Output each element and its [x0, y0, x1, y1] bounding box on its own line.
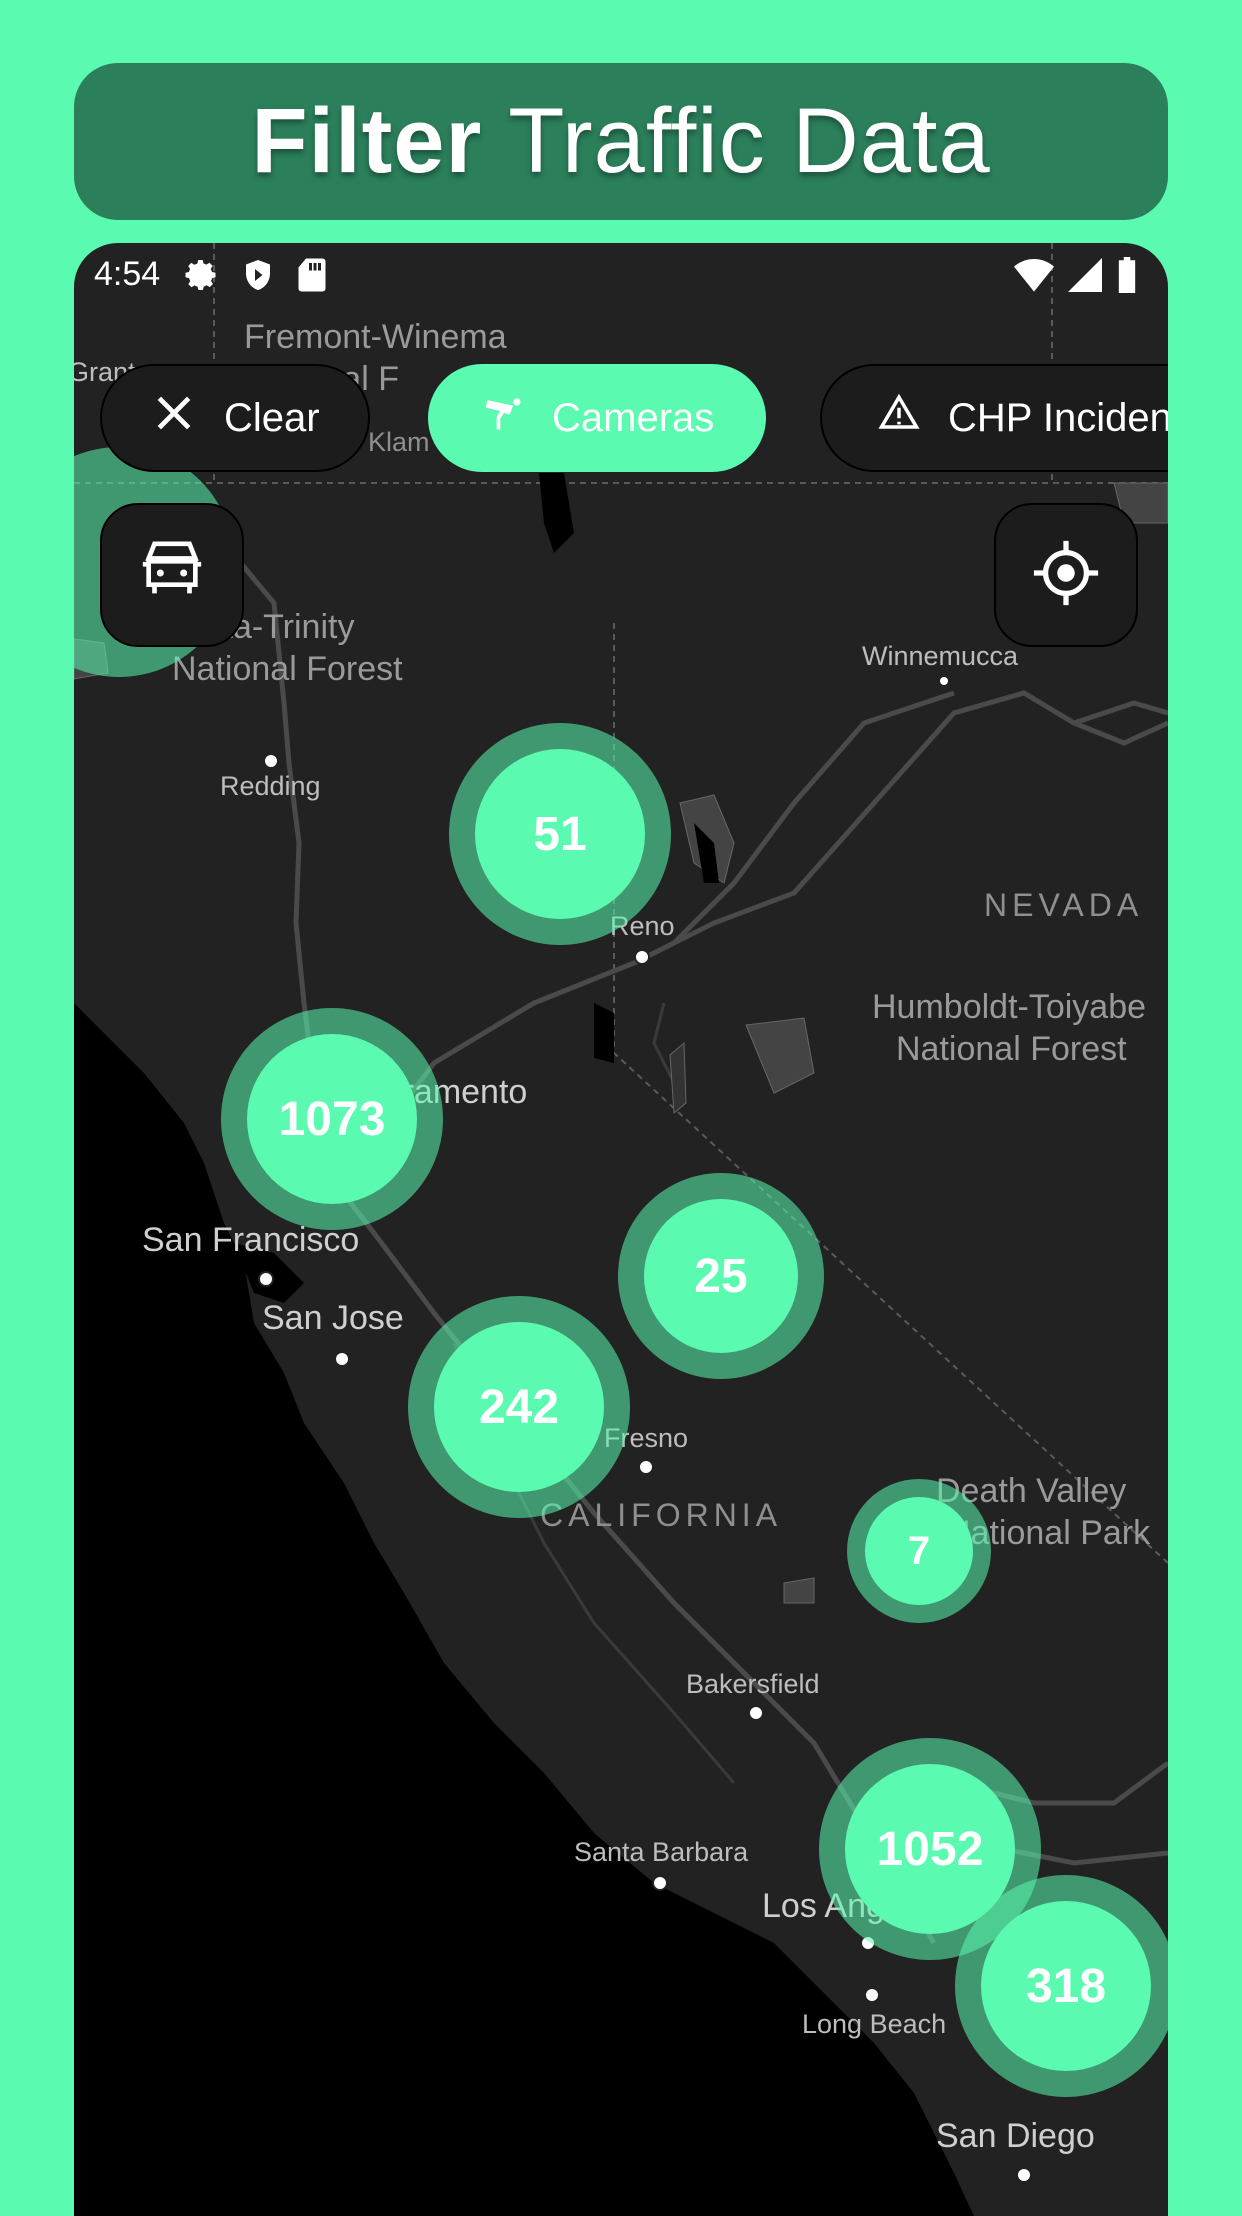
battery-icon [1116, 257, 1138, 302]
signal-icon [1068, 258, 1102, 301]
cluster-count: 51 [475, 749, 645, 919]
cluster-marker-25[interactable]: 25 [618, 1173, 824, 1379]
cameras-label: Cameras [552, 395, 715, 440]
camera-icon [482, 391, 526, 445]
map-label-nevada: NEVADA [984, 887, 1144, 923]
title-banner: Filter Traffic Data [74, 63, 1168, 220]
map-label-santa-barbara: Santa Barbara [574, 1837, 749, 1867]
wifi-icon [1014, 258, 1054, 301]
status-time: 4:54 [94, 255, 161, 293]
cluster-count: 1073 [247, 1034, 417, 1204]
clear-label: Clear [224, 395, 320, 440]
map-label-bakersfield: Bakersfield [686, 1669, 820, 1699]
city-dot-bakersfield [748, 1705, 764, 1721]
city-dot-reno [634, 949, 650, 965]
sd-card-icon [296, 257, 328, 302]
close-icon [152, 391, 196, 445]
chp-incidents-filter-chip[interactable]: CHP Incidents [820, 364, 1168, 472]
map-label-humboldt-2: National Forest [896, 1030, 1127, 1068]
city-dot-san-francisco [258, 1271, 274, 1287]
cluster-marker-242[interactable]: 242 [408, 1296, 630, 1518]
map-label-winnemucca: Winnemucca [862, 641, 1019, 671]
city-dot-long-beach [864, 1987, 880, 2003]
cluster-count: 318 [981, 1901, 1151, 2071]
banner-title-bold: Filter [251, 90, 483, 192]
map-label-san-jose: San Jose [262, 1299, 404, 1337]
cluster-count: 25 [644, 1199, 798, 1353]
map-label-california: CALIFORNIA [540, 1497, 783, 1533]
city-dot-winnemucca [938, 675, 950, 687]
map-label-redding: Redding [220, 771, 321, 801]
traffic-car-icon [137, 538, 207, 613]
city-dot-redding [263, 753, 279, 769]
my-location-button[interactable] [994, 503, 1138, 647]
chp-incidents-label: CHP Incidents [948, 395, 1168, 440]
map-label-fremont: Fremont-Winema [244, 318, 507, 356]
map-label-klamath: Klam [368, 427, 430, 457]
cluster-marker-7[interactable]: 7 [847, 1479, 991, 1623]
cluster-count: 7 [865, 1497, 973, 1605]
map-label-long-beach: Long Beach [802, 2009, 947, 2039]
traffic-layer-button[interactable] [100, 503, 244, 647]
map-label-shasta-2: National Forest [172, 650, 403, 688]
map-label-san-diego: San Diego [936, 2117, 1095, 2155]
cameras-filter-chip[interactable]: Cameras [428, 364, 766, 472]
city-dot-san-diego [1016, 2167, 1032, 2183]
cluster-marker-1073[interactable]: 1073 [221, 1008, 443, 1230]
city-dot-fresno [638, 1459, 654, 1475]
warning-icon [878, 392, 920, 444]
city-dot-santa-barbara [652, 1875, 668, 1891]
clear-filter-chip[interactable]: Clear [100, 364, 370, 472]
phone-screen: Fremont-Winema National F Grant Klam Sha… [74, 243, 1168, 2216]
banner-title-light: Traffic Data [508, 90, 991, 192]
shield-icon [240, 257, 276, 302]
status-bar: 4:54 [74, 243, 1168, 307]
cluster-marker-318[interactable]: 318 [955, 1875, 1168, 2097]
cluster-count: 242 [434, 1322, 604, 1492]
map-label-humboldt-1: Humboldt-Toiyabe [872, 988, 1147, 1026]
settings-icon [184, 257, 220, 302]
cluster-marker-51[interactable]: 51 [449, 723, 671, 945]
my-location-icon [1031, 538, 1101, 613]
city-dot-san-jose [334, 1351, 350, 1367]
